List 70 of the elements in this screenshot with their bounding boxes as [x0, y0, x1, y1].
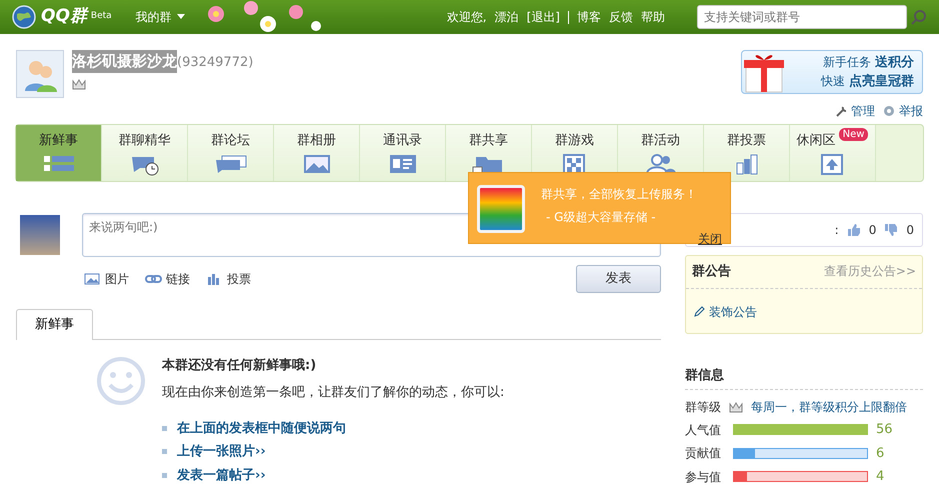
chat-bubbles-icon	[214, 154, 248, 176]
thumbs-up-icon	[846, 223, 861, 237]
manage-link[interactable]: 管理	[835, 102, 875, 120]
bullet-icon	[162, 426, 167, 431]
nav-link[interactable]: 帮助	[641, 8, 665, 26]
composer-tool-link[interactable]: 图片	[84, 270, 129, 288]
caret-icon	[176, 14, 186, 20]
crown-icon	[72, 78, 86, 90]
post-button[interactable]: 发表	[576, 265, 661, 293]
feed-tab[interactable]: 新鲜事	[16, 309, 93, 340]
crown-icon	[729, 401, 743, 413]
empty-text: 现在由你来创造第一条吧，让群友们了解你的动态，你可以:	[162, 384, 504, 402]
tab[interactable]: 通讯录	[360, 125, 446, 181]
link-icon	[145, 273, 162, 285]
stat-label: 参与值	[685, 468, 721, 486]
thumbs-down-icon	[884, 223, 898, 237]
logout-link[interactable]: [退出]	[526, 8, 560, 26]
picture-icon	[84, 273, 101, 285]
beta-label: Beta	[90, 10, 112, 24]
tab[interactable]: 群投票	[704, 125, 790, 181]
new-badge: New	[838, 128, 868, 141]
bullet-icon	[162, 472, 167, 478]
welcome-text: 欢迎您,	[446, 9, 487, 26]
promo-link[interactable]: 点亮皇冠群	[849, 74, 914, 89]
popup-title: 群共享，全部恢复上传服务！	[541, 186, 698, 203]
info-title: 群信息	[685, 368, 724, 382]
logo-text: QQ群	[41, 5, 87, 28]
smiley-icon	[96, 356, 146, 406]
composer-tool-link[interactable]: 投票	[206, 270, 251, 288]
user-avatar-photo	[20, 215, 60, 255]
tab[interactable]: 新鲜事	[16, 125, 102, 181]
stat-value: 6	[876, 444, 884, 462]
promo-banner[interactable]: 新手任务 送积分 快速 点亮皇冠群	[741, 50, 923, 94]
tab[interactable]: 群相册	[274, 125, 360, 181]
promo-text: 新手任务	[823, 54, 872, 68]
colon-text: :	[834, 222, 839, 239]
tab[interactable]: 群论坛	[188, 125, 274, 181]
decorate-link[interactable]: 装饰公告	[694, 302, 914, 320]
stat-label: 贡献值	[685, 445, 721, 462]
my-groups-menu[interactable]: 我的群	[136, 8, 186, 26]
nav-link[interactable]: 博客	[577, 8, 601, 26]
stat-label: 人气值	[685, 422, 721, 439]
promo-text: 快速	[821, 74, 846, 88]
group-name: 洛杉矶摄影沙龙	[72, 50, 177, 72]
search-field[interactable]: 支持关键词或群号	[697, 5, 907, 29]
promo-link[interactable]: 送积分	[875, 54, 914, 70]
like-count: 0	[868, 222, 876, 239]
globe-icon	[12, 5, 36, 29]
report-link[interactable]: 举报	[883, 102, 923, 120]
notice-title: 群公告	[692, 262, 731, 281]
group-number: (93249772)	[177, 54, 254, 72]
close-link[interactable]: 关闭	[698, 230, 722, 248]
action-link[interactable]: 发表一篇帖子››	[177, 466, 266, 485]
action-link[interactable]: 上传一张照片››	[177, 442, 266, 462]
search-icon	[911, 9, 927, 25]
nav-link[interactable]: 反馈	[609, 8, 633, 26]
stat-value: 4	[876, 468, 884, 486]
username-link[interactable]: 漂泊	[494, 8, 519, 26]
empty-title: 本群还没有任何新鲜事哦:)	[162, 356, 318, 374]
tab[interactable]: 休闲区 New	[790, 125, 876, 181]
wrench-icon	[835, 105, 847, 117]
tab[interactable]: 群聊精华	[102, 125, 188, 181]
bullet-icon	[162, 449, 167, 454]
stat-value: 56	[876, 421, 893, 439]
level-note-link[interactable]: 每周一，群等级积分上限翻倍	[751, 398, 907, 416]
pencil-icon	[694, 306, 705, 317]
level-label: 群等级	[685, 399, 721, 416]
composer-tool-link[interactable]: 链接	[145, 270, 190, 288]
dislike-count: 0	[906, 222, 914, 239]
action-link[interactable]: 在上面的发表框中随便说两句	[177, 418, 346, 438]
